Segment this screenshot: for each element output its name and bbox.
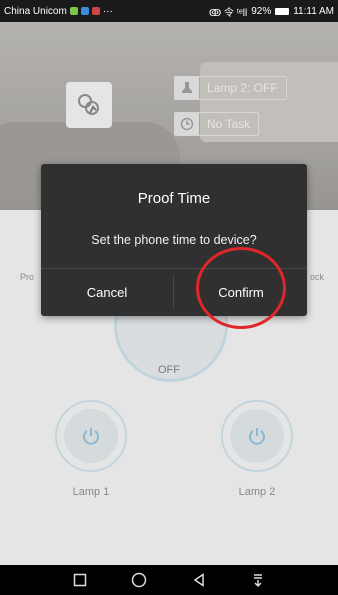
dialog-message: Set the phone time to device?	[91, 233, 257, 247]
system-nav-bar	[0, 565, 338, 595]
dialog-button-divider	[173, 274, 174, 310]
recents-button[interactable]	[68, 568, 92, 592]
battery-icon	[275, 7, 290, 15]
cancel-button[interactable]: Cancel	[41, 269, 173, 316]
triangle-back-icon	[193, 573, 204, 587]
back-button[interactable]	[187, 568, 211, 592]
app-notification-icon	[80, 7, 89, 15]
proof-time-dialog: Proof Time Set the phone time to device?…	[41, 164, 307, 316]
confirm-button[interactable]: Confirm	[175, 269, 307, 316]
battery-percent: 92%	[251, 5, 272, 17]
app-screen: China Unicom ··· ↂ 令 ᵗᵉll 92% 11:11 AM L…	[0, 0, 338, 595]
more-notifications: ···	[102, 5, 113, 17]
app-notification-icon	[69, 7, 78, 15]
app-notification-icon	[91, 7, 100, 15]
square-icon	[73, 573, 86, 587]
carrier-name: China Unicom	[4, 5, 67, 17]
pulldown-icon	[254, 574, 263, 588]
notification-pulldown-button[interactable]	[246, 568, 270, 592]
home-button[interactable]	[127, 568, 151, 592]
clock: 11:11 AM	[293, 5, 334, 17]
status-bar: China Unicom ··· ↂ 令 ᵗᵉll 92% 11:11 AM	[0, 0, 338, 22]
signal-indicators: ↂ 令 ᵗᵉll	[208, 7, 248, 19]
dialog-title: Proof Time	[137, 190, 211, 207]
circle-icon	[132, 572, 147, 588]
